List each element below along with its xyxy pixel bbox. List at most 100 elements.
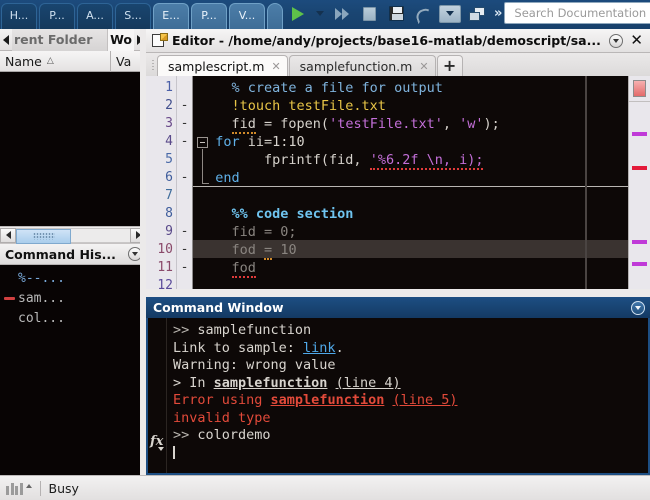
editor-close-button[interactable]: ✕ bbox=[628, 33, 645, 48]
command-output-line: Error using samplefunction (line 5) bbox=[173, 392, 648, 410]
code-line[interactable]: % create a file for output bbox=[193, 79, 628, 97]
tab-workspace[interactable]: Wo bbox=[107, 28, 134, 51]
new-tab-button[interactable]: + bbox=[436, 55, 463, 76]
tabs-scroll-left-button[interactable] bbox=[0, 34, 12, 45]
command-window-output[interactable]: >> samplefunction Link to sample: link. Wa… bbox=[166, 318, 648, 473]
code-line[interactable]: fprintf(fid, '%6.2f \n, i); bbox=[193, 151, 628, 170]
toolbar-overflow-button[interactable]: » bbox=[492, 6, 504, 21]
workspace-column-headers: Name △ Va bbox=[0, 50, 146, 72]
editor-pencil-icon bbox=[152, 32, 168, 48]
stop-button[interactable] bbox=[357, 3, 381, 25]
more-dropdown-button[interactable] bbox=[438, 3, 462, 25]
column-header-name-label: Name bbox=[5, 53, 42, 69]
ribbon-tab-shortcuts[interactable]: S... bbox=[115, 3, 151, 29]
undo-button[interactable] bbox=[411, 3, 435, 25]
command-output-token: >> bbox=[173, 427, 198, 443]
breakpoint-mark[interactable] bbox=[177, 205, 192, 223]
breakpoint-mark[interactable]: - bbox=[177, 223, 192, 241]
ribbon-tab-publish[interactable]: P... bbox=[191, 3, 227, 29]
run-advance-button[interactable] bbox=[330, 3, 354, 25]
code-line[interactable]: !touch testFile.txt bbox=[193, 97, 628, 115]
tab-close-icon[interactable]: ✕ bbox=[271, 60, 280, 73]
list-item[interactable]: col... bbox=[0, 308, 146, 328]
code-token: for bbox=[215, 134, 240, 150]
command-input-line[interactable] bbox=[173, 445, 648, 463]
ribbon-tab-apps[interactable]: A... bbox=[77, 3, 113, 29]
scroll-left-button[interactable] bbox=[0, 227, 16, 243]
breakpoint-mark[interactable]: - bbox=[177, 133, 192, 151]
breakpoint-mark[interactable]: - bbox=[177, 97, 192, 115]
marker-tick[interactable] bbox=[632, 132, 647, 136]
command-window-panel: Command Window fx >> samplefunction Link … bbox=[146, 297, 650, 475]
breakpoint-mark[interactable]: - bbox=[177, 241, 192, 259]
breakpoint-mark[interactable]: - bbox=[177, 115, 192, 133]
run-button[interactable] bbox=[286, 3, 310, 25]
breakpoint-mark[interactable] bbox=[177, 187, 192, 205]
editor-panel: Editor - /home/andy/projects/base16-matl… bbox=[146, 29, 650, 297]
breakpoint-mark[interactable]: - bbox=[177, 169, 192, 187]
breakpoint-mark[interactable] bbox=[177, 151, 192, 169]
vertical-splitter[interactable] bbox=[146, 289, 650, 297]
search-documentation-box[interactable] bbox=[504, 2, 650, 24]
run-dropdown-button[interactable] bbox=[313, 3, 327, 25]
code-line[interactable]: fod bbox=[193, 259, 628, 278]
code-token: '%6.2f \n, i); bbox=[369, 152, 484, 170]
layout-button[interactable] bbox=[465, 3, 489, 25]
breakpoint-gutter[interactable]: - - - - - - - bbox=[177, 76, 193, 297]
line-number: 6 bbox=[165, 170, 173, 185]
column-header-name[interactable]: Name △ bbox=[0, 51, 110, 72]
marker-tick[interactable] bbox=[632, 262, 647, 266]
left-panel-tabs: rent Folder Wo bbox=[0, 28, 146, 51]
code-text-body[interactable]: % create a file for output !touch testFi… bbox=[193, 76, 628, 297]
history-item-text: col... bbox=[18, 310, 65, 326]
code-line[interactable]: %% code section bbox=[193, 205, 628, 223]
code-token: 'testFile.txt' bbox=[329, 116, 443, 132]
save-button[interactable] bbox=[384, 3, 408, 25]
fx-prompt-icon[interactable]: fx bbox=[150, 434, 165, 451]
toolbar-button-group: » bbox=[286, 0, 504, 29]
code-token: fprintf(fid, bbox=[199, 152, 370, 168]
scroll-thumb[interactable] bbox=[16, 228, 71, 244]
status-caret-icon[interactable] bbox=[25, 484, 32, 488]
editor-marker-bar[interactable] bbox=[628, 76, 650, 297]
command-output-token: > In bbox=[173, 374, 214, 391]
ribbon-tab-plots[interactable]: P... bbox=[39, 3, 75, 29]
workspace-horizontal-scrollbar[interactable] bbox=[0, 226, 146, 244]
tab-current-folder[interactable]: rent Folder bbox=[12, 28, 108, 51]
editor-file-tabs: samplescript.m ✕ samplefunction.m ✕ + bbox=[146, 53, 650, 76]
tab-close-icon[interactable]: ✕ bbox=[419, 60, 428, 73]
ribbon-tab-home[interactable]: H... bbox=[1, 3, 37, 29]
list-item[interactable]: %--... bbox=[0, 268, 146, 288]
breakpoint-mark[interactable] bbox=[177, 79, 192, 97]
command-window-options-button[interactable] bbox=[631, 300, 645, 315]
list-item[interactable]: sam... bbox=[0, 288, 146, 308]
command-output-token: >> bbox=[173, 322, 198, 338]
code-line[interactable]: for ii=1:10 bbox=[193, 133, 628, 151]
code-line[interactable]: fid = 0; bbox=[193, 223, 628, 241]
command-output-token: Error using bbox=[173, 392, 271, 408]
code-line[interactable]: fid = fopen('testFile.txt', 'w'); bbox=[193, 115, 628, 134]
command-output-token: samplefunction bbox=[197, 322, 312, 338]
command-window-body[interactable]: fx >> samplefunction Link to sample: link… bbox=[146, 318, 650, 475]
breakpoint-mark[interactable]: - bbox=[177, 259, 192, 277]
ribbon-tab-editor[interactable]: E... bbox=[153, 3, 189, 29]
ribbon-tab-view[interactable]: V... bbox=[229, 3, 265, 29]
code-line[interactable]: end bbox=[193, 169, 628, 187]
command-history-list[interactable]: %--... sam... col... bbox=[0, 265, 146, 475]
workspace-table-body[interactable] bbox=[0, 72, 146, 226]
tab-samplefunction[interactable]: samplefunction.m ✕ bbox=[288, 55, 436, 76]
editor-options-button[interactable] bbox=[609, 33, 624, 48]
tab-samplescript[interactable]: samplescript.m ✕ bbox=[157, 55, 288, 76]
busy-indicator-icon bbox=[6, 482, 23, 495]
search-input[interactable] bbox=[512, 4, 650, 22]
tab-drag-handle[interactable] bbox=[149, 53, 157, 76]
marker-tick[interactable] bbox=[632, 166, 647, 170]
code-line[interactable] bbox=[193, 187, 628, 205]
status-divider bbox=[39, 480, 41, 496]
scroll-track[interactable] bbox=[16, 227, 130, 244]
marker-tick[interactable] bbox=[632, 240, 647, 244]
code-analyzer-status-indicator[interactable] bbox=[633, 80, 646, 97]
code-line[interactable]: fod = 10 bbox=[193, 241, 628, 260]
command-output-token[interactable]: link bbox=[303, 340, 336, 356]
